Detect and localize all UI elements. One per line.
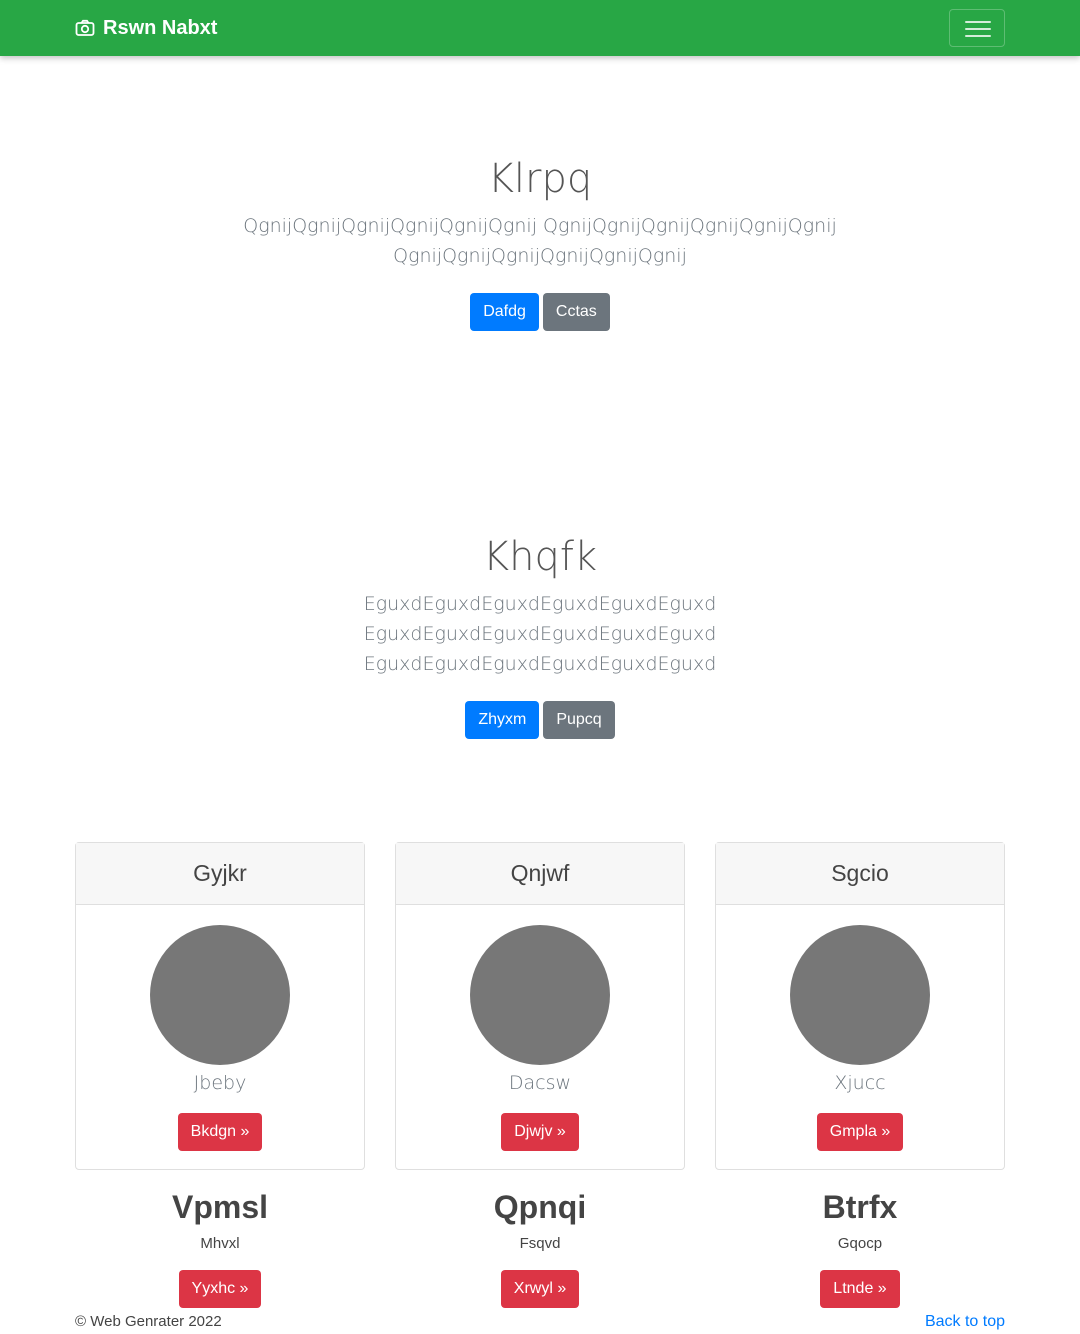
avatar [470,925,610,1065]
footer-copyright: © Web Genrater 2022 [75,1313,222,1330]
column-title: Vpmsl [171,1189,269,1225]
card-button[interactable]: Bkdgn » [177,1113,263,1151]
avatar [790,925,930,1065]
card-text: Xjucc [834,1072,886,1094]
jumbotron-1-primary-button[interactable]: Dafdg [470,293,539,331]
jumbotron-1-text-line: QgnijQgnijQgnijQgnijQgnijQgnij QgnijQgni… [243,215,837,237]
card-header: Sgcio [716,843,1004,905]
column-title: Btrfx [822,1189,898,1225]
navbar: Rswn Nabxt [0,0,1080,56]
card-button[interactable]: Gmpla » [816,1113,904,1151]
column-title: Qpnqi [493,1189,587,1225]
profile-card: Gyjkr Jbeby Bkdgn » [75,842,365,1170]
card-text: Dacsw [508,1072,572,1094]
brand-label: Rswn Nabxt [103,16,218,39]
jumbotron-2-text-line: EguxdEguxdEguxdEguxdEguxdEguxd [363,653,717,675]
feature-column: Qpnqi Fsqvd Xrwyl » [395,1185,685,1308]
jumbotron-2-primary-button[interactable]: Zhyxm [465,701,540,739]
card-text: Jbeby [193,1072,247,1094]
jumbotron-1-title: Klrpq [487,156,593,202]
feature-column: Btrfx Gqocp Ltnde » [715,1185,1005,1308]
back-to-top-link[interactable]: Back to top [925,1313,1005,1331]
column-text: Mhvxl [200,1235,240,1252]
jumbotron-1-text: QgnijQgnijQgnijQgnijQgnijQgnij QgnijQgni… [0,211,1080,271]
jumbotron-2-secondary-button[interactable]: Pupcq [543,701,615,739]
navbar-toggler-button[interactable] [949,9,1005,47]
camera-icon [75,19,95,36]
navbar-brand[interactable]: Rswn Nabxt [75,14,217,42]
jumbotron-2-text-line: EguxdEguxdEguxdEguxdEguxdEguxd [363,593,717,615]
avatar [150,925,290,1065]
jumbotron-2-text-line: EguxdEguxdEguxdEguxdEguxdEguxd [363,623,717,645]
column-text: Fsqvd [519,1235,561,1252]
jumbotron-1-buttons: Dafdg Cctas [0,293,1080,331]
hamburger-icon-line [965,28,991,30]
column-button[interactable]: Yyxhc » [178,1270,262,1308]
hamburger-icon-line [965,35,991,37]
jumbotron-2-text: EguxdEguxdEguxdEguxdEguxdEguxd EguxdEgux… [0,589,1080,679]
hamburger-icon-line [965,21,991,23]
jumbotron-2-title: Khqfk [482,534,598,580]
card-button[interactable]: Djwjv » [501,1113,579,1151]
jumbotron-2: Khqfk EguxdEguxdEguxdEguxdEguxdEguxd Egu… [0,533,1080,739]
feature-column: Vpmsl Mhvxl Yyxhc » [75,1185,365,1308]
jumbotron-1-text-line: QgnijQgnijQgnijQgnijQgnijQgnij [393,245,687,267]
profile-card: Sgcio Xjucc Gmpla » [715,842,1005,1170]
column-text: Gqocp [837,1235,883,1252]
card-header: Qnjwf [396,843,684,905]
jumbotron-1: Klrpq QgnijQgnijQgnijQgnijQgnijQgnij Qgn… [0,155,1080,331]
column-button[interactable]: Ltnde » [820,1270,900,1308]
jumbotron-1-secondary-button[interactable]: Cctas [542,293,610,331]
jumbotron-2-buttons: Zhyxm Pupcq [0,701,1080,739]
card-header: Gyjkr [76,843,364,905]
column-button[interactable]: Xrwyl » [500,1270,580,1308]
profile-card: Qnjwf Dacsw Djwjv » [395,842,685,1170]
